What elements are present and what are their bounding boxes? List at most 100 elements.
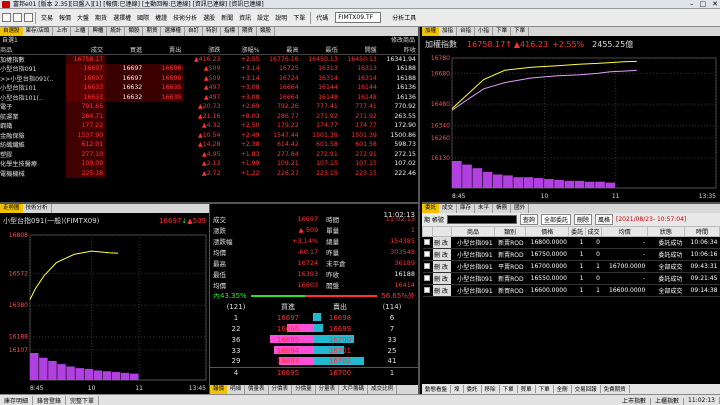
tab-item[interactable]: 成交 — [439, 204, 458, 213]
menu-item[interactable]: 權證 — [152, 13, 170, 22]
menu-item[interactable]: 交易 — [38, 13, 56, 22]
column-header[interactable]: 開盤 — [339, 45, 379, 55]
layout-icon[interactable] — [13, 13, 22, 22]
order-checkbox[interactable] — [423, 262, 430, 269]
tab-item[interactable]: 委託 — [422, 204, 440, 213]
order-row[interactable]: 刪 改小型台指091 新賣ROD 16550.0000 1 0- 委託成功 09:21:45 — [422, 272, 720, 285]
tab-item[interactable]: 小指 — [475, 27, 494, 36]
analysis-tool-button[interactable]: 分析工具 — [389, 13, 419, 22]
tab-item[interactable]: 走勢圖 — [0, 204, 23, 213]
order-checkbox[interactable] — [423, 286, 430, 293]
orders-footer-button[interactable]: 移除 — [482, 385, 500, 393]
tab-item[interactable]: 台指 — [457, 27, 476, 36]
edit-products-button[interactable]: 修改商品 — [391, 36, 418, 45]
status-tab[interactable]: 完整下單 — [66, 395, 100, 405]
ask-price[interactable]: 16701 — [329, 347, 351, 355]
column-header[interactable]: 昨收 — [378, 45, 418, 55]
table-row[interactable]: 鋼鐵 177.22 ▲4.32 +2.50 179.22 174.77 174.77 172.… — [0, 121, 418, 131]
orders-column-header[interactable]: 狀態 — [646, 226, 685, 237]
ask-price[interactable]: 16698 — [329, 314, 351, 322]
code-input[interactable]: FIMTX09.TF — [335, 12, 382, 23]
tab-item[interactable]: 明細 — [227, 385, 246, 394]
column-header[interactable]: 漲跌 — [183, 45, 223, 55]
orders-footer-button[interactable]: 免費期貨 — [601, 385, 630, 393]
column-header[interactable]: 成交 — [66, 45, 106, 55]
bid-price[interactable]: 16696 — [277, 325, 299, 333]
menu-item[interactable]: 資訊 — [236, 13, 254, 22]
table-row[interactable]: 化學生技醫療 109.09 ▲2.13 +1.99 109.21 107.15 107.15… — [0, 159, 418, 169]
table-row[interactable]: 紡織纖維 612.01 ▲14.28 +2.38 614.42 601.58 601.58 5… — [0, 140, 418, 150]
tab-item[interactable]: 類股 — [257, 27, 276, 36]
orders-footer-button[interactable]: 買單 — [518, 385, 536, 393]
menu-item[interactable]: 下單 — [290, 13, 308, 22]
order-row[interactable]: 刪 改小型台指091 新買ROD 16600.0000 1 1 16600.0000 全部成… — [422, 284, 720, 297]
orders-column-header[interactable] — [432, 226, 452, 237]
tab-item[interactable]: 指標 — [221, 27, 240, 36]
orders-column-header[interactable]: 類別 — [494, 226, 527, 237]
order-action-button[interactable]: 刪 改 — [432, 272, 452, 285]
orders-footer-button[interactable]: 全刪 — [554, 385, 572, 393]
table-row[interactable]: 金融保險 1537.90 ▲10.54 +2.49 1547.44 1501.39 1501… — [0, 130, 418, 140]
tab-item[interactable]: 期貨 — [143, 27, 162, 36]
tab-item[interactable]: 選擇權 — [161, 27, 185, 36]
column-header[interactable]: 買進 — [105, 45, 145, 55]
ask-price[interactable]: 16699 — [329, 325, 351, 333]
tab-item[interactable]: 上市 — [53, 27, 72, 36]
tab-item[interactable]: 加指 — [439, 27, 458, 36]
bid-price[interactable]: 16697 — [277, 314, 299, 322]
orders-column-header[interactable]: 商品 — [450, 226, 496, 237]
order-row[interactable]: 刪 改小型台指091 平賣ROD 16700.0000 1 1 16700.0000 全部成… — [422, 260, 720, 273]
filter-select[interactable]: 全部委託 — [540, 214, 571, 225]
menu-item[interactable]: 期貨 — [92, 13, 110, 22]
bid-price[interactable]: 16695 — [277, 336, 299, 344]
orders-column-header[interactable] — [422, 226, 434, 237]
menu-item[interactable]: 報價 — [56, 13, 74, 22]
save-icon[interactable] — [24, 13, 33, 22]
order-checkbox[interactable] — [423, 238, 430, 245]
status-tab[interactable]: 庫存明細 — [0, 395, 34, 405]
order-checkbox[interactable] — [423, 274, 430, 281]
tab-item[interactable]: 技術分析 — [23, 204, 52, 213]
style-button[interactable]: 風格 — [594, 214, 613, 225]
orders-footer-button[interactable]: 委託 — [464, 385, 482, 393]
ask-price[interactable]: 16702 — [329, 357, 351, 365]
tab-item[interactable]: 統計 — [107, 27, 126, 36]
ask-price[interactable]: 16700 — [329, 336, 351, 344]
order-checkbox[interactable] — [423, 250, 430, 257]
close-button[interactable]: ✕ — [712, 0, 718, 9]
status-tab[interactable]: 錄音登錄 — [33, 395, 67, 405]
tab-item[interactable]: 期貨 — [239, 27, 258, 36]
orders-column-header[interactable]: 時間 — [683, 226, 720, 237]
orders-column-header[interactable]: 成交 — [584, 226, 603, 237]
menu-item[interactable]: 設定 — [254, 13, 272, 22]
table-row[interactable]: 加權指數 16758.17 ▲416.23 +2.55 16776.16 16450.13… — [0, 54, 418, 64]
delete-button[interactable]: 刪除 — [573, 214, 592, 225]
menu-item[interactable]: 選擇權 — [110, 13, 134, 22]
menu-item[interactable]: 選股 — [200, 13, 218, 22]
column-header[interactable]: 賣出 — [144, 45, 184, 55]
tab-item[interactable]: 下單 — [511, 27, 530, 36]
tab-item[interactable]: 特別 — [203, 27, 222, 36]
tab-item[interactable]: 國外 — [511, 204, 530, 213]
table-row[interactable]: 塑膠 277.10 ▲4.95 +1.83 277.84 272.91 272.91 272.… — [0, 149, 418, 159]
table-row[interactable]: 小型台指101(.. 16633 16632 16635 ▲497 +3.08 16664 1… — [0, 92, 418, 102]
tab-item[interactable]: 加權 — [422, 27, 440, 36]
column-header[interactable]: 最高 — [261, 45, 301, 55]
order-action-button[interactable]: 刪 改 — [432, 284, 452, 297]
maximize-button[interactable]: □ — [700, 0, 707, 9]
tab-item[interactable]: 類股 — [125, 27, 144, 36]
query-button[interactable]: 查詢 — [519, 214, 538, 225]
new-window-icon[interactable] — [2, 13, 11, 22]
menu-item[interactable]: 國際 — [134, 13, 152, 22]
orders-footer-button[interactable]: 下單 — [500, 385, 518, 393]
order-action-button[interactable]: 刪 改 — [432, 248, 452, 261]
orders-column-header[interactable]: 價格 — [525, 226, 570, 237]
menu-item[interactable]: 技術分析 — [170, 13, 200, 22]
order-row[interactable]: 刪 改小型台指091 新賣ROD 16800.0000 1 0- 委託成功 10:06:34 — [422, 236, 720, 249]
tab-item[interactable]: 自訂 — [185, 27, 203, 36]
tab-item[interactable]: 自選股 — [0, 27, 23, 36]
table-row[interactable]: 小型台指091 16697 16697 16698 ▲509 +3.14 16725 1631… — [0, 64, 418, 74]
order-action-button[interactable]: 刪 改 — [432, 236, 452, 249]
tab-item[interactable]: 分價表 — [269, 385, 293, 394]
column-header[interactable]: 商品 — [0, 45, 66, 55]
